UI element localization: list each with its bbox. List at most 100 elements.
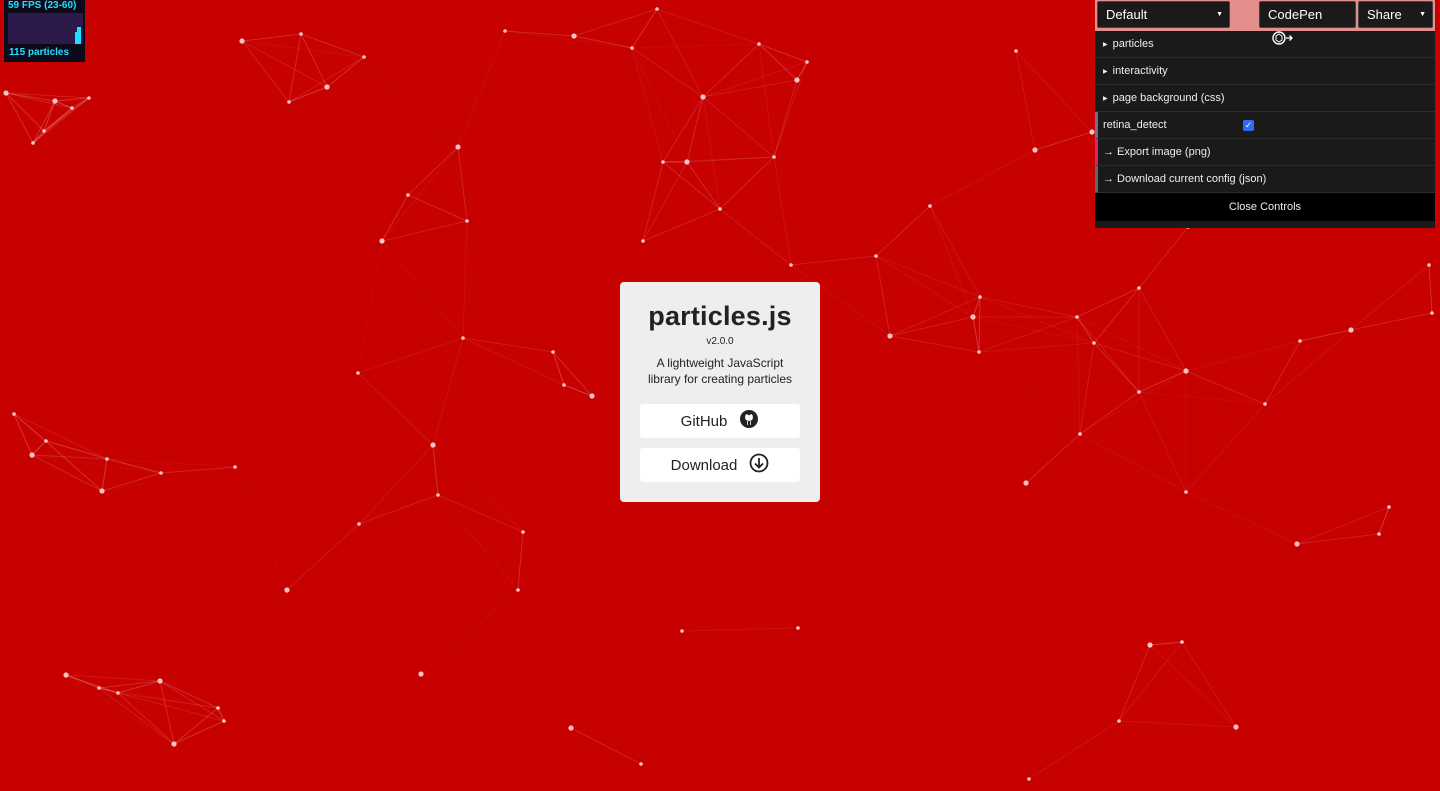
particle-link: [1079, 342, 1095, 435]
particle-link: [979, 296, 1078, 318]
particle-link: [662, 156, 775, 163]
particle-link: [241, 33, 302, 42]
particle-link: [574, 36, 703, 97]
export-image-button[interactable]: → Export image (png): [1095, 139, 1435, 166]
particle-link: [631, 43, 760, 49]
particle: [887, 333, 893, 339]
particle-link: [1428, 264, 1433, 314]
particle-link: [641, 631, 682, 764]
download-button[interactable]: Download: [640, 448, 800, 482]
controls-topbar: Default ▼ CodePen Share ▼: [1095, 0, 1435, 45]
particle: [680, 629, 684, 633]
particle-link: [1185, 340, 1301, 372]
particle-link: [432, 444, 439, 496]
particle-link: [1185, 403, 1266, 493]
particle-link: [681, 627, 799, 632]
particle-link: [224, 590, 287, 721]
particle-link: [235, 467, 359, 524]
particle-link: [241, 40, 290, 103]
particle: [461, 336, 465, 340]
particle-link: [1181, 641, 1237, 728]
particle-link: [642, 208, 721, 242]
particle-link: [457, 146, 468, 222]
particle-link: [381, 220, 468, 242]
particle-link: [758, 43, 808, 63]
retina-detect-checkbox[interactable]: ✓: [1243, 119, 1254, 131]
github-button[interactable]: GitHub: [640, 404, 800, 438]
particle-link: [1300, 265, 1429, 341]
particle-link: [687, 162, 791, 265]
folder-interactivity[interactable]: ▶ interactivity: [1095, 58, 1435, 85]
particle-link: [890, 206, 930, 336]
folder-page-background[interactable]: ▶ page background (css): [1095, 85, 1435, 112]
version-label: v2.0.0: [706, 336, 734, 347]
particle-link: [642, 161, 688, 242]
particle: [116, 691, 120, 695]
chevron-down-icon: ▼: [1419, 11, 1426, 18]
preset-value: Default: [1106, 7, 1148, 22]
particle-link: [631, 8, 658, 49]
particle: [639, 762, 643, 766]
folder-particles[interactable]: ▶ particles: [1095, 31, 1435, 58]
particle-link: [978, 316, 1078, 353]
particle-link: [421, 590, 518, 674]
particle-link: [631, 47, 688, 163]
particle-link: [790, 255, 877, 266]
particle-link: [687, 44, 759, 162]
particle-link: [1118, 641, 1183, 722]
particle-link: [364, 31, 505, 57]
particle-link: [978, 296, 981, 353]
chevron-down-icon: ▼: [1216, 11, 1223, 18]
particle-link: [288, 86, 328, 103]
particle-link: [101, 458, 108, 492]
codepen-button[interactable]: CodePen: [1259, 1, 1356, 45]
particle: [159, 471, 163, 475]
particle-link: [573, 35, 633, 49]
particle-link: [1265, 404, 1297, 544]
particle-link: [875, 255, 974, 318]
particle-link: [1079, 433, 1187, 493]
particle-link: [288, 56, 365, 103]
particle: [105, 457, 109, 461]
particle-link: [758, 43, 775, 158]
close-controls-button[interactable]: Close Controls: [1095, 193, 1435, 221]
particle-link: [1138, 370, 1187, 393]
particle-link: [241, 40, 328, 88]
particle-link: [552, 351, 593, 397]
particle-link: [687, 80, 797, 162]
share-select[interactable]: Share ▼: [1358, 1, 1433, 28]
particle-link: [929, 205, 974, 318]
particle: [757, 42, 761, 46]
particle-link: [1185, 491, 1298, 545]
particle-link: [286, 523, 360, 591]
particle: [216, 706, 220, 710]
download-config-button[interactable]: → Download current config (json): [1095, 166, 1435, 193]
particle-link: [235, 467, 287, 590]
particle-link: [437, 494, 524, 533]
particle: [157, 678, 163, 684]
particle: [1348, 327, 1354, 333]
particle-link: [327, 87, 458, 147]
retina-detect-label: retina_detect: [1103, 119, 1167, 131]
particle-link: [381, 194, 409, 242]
particle: [299, 32, 303, 36]
particle: [1180, 640, 1184, 644]
particle-link: [327, 87, 408, 195]
particle-link: [407, 194, 468, 222]
preset-select[interactable]: Default ▼: [1097, 1, 1230, 28]
particle-link: [437, 494, 519, 591]
particle-link: [929, 149, 1036, 207]
particle: [1183, 368, 1189, 374]
particle-link: [241, 40, 365, 58]
particle: [568, 725, 574, 731]
fps-stats-panel[interactable]: 59 FPS (23-60) 115 particles: [4, 0, 85, 62]
particle-link: [160, 466, 236, 474]
github-button-label: GitHub: [680, 412, 728, 430]
caret-right-icon: ▶: [1103, 95, 1108, 102]
particle-link: [13, 413, 33, 456]
particle-link: [504, 30, 633, 49]
particle: [661, 160, 665, 164]
particle-link: [358, 444, 434, 525]
particle: [630, 46, 634, 50]
particle-link: [702, 96, 775, 158]
